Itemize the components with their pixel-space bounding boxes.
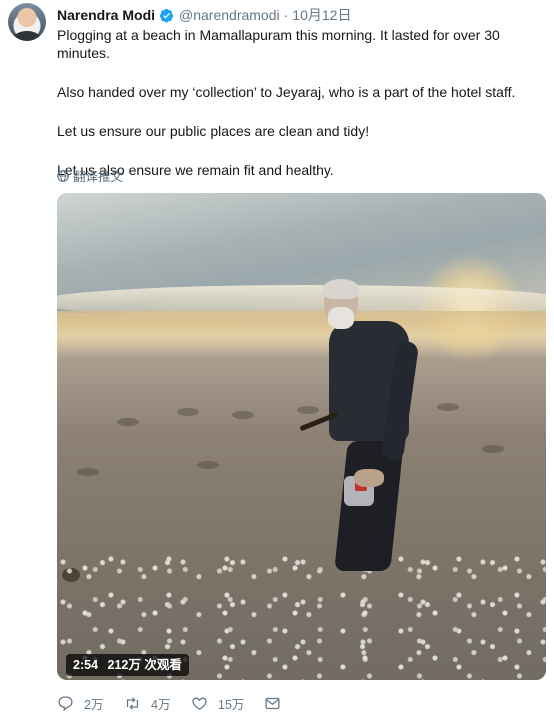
author-name[interactable]: Narendra Modi [57,7,155,23]
retweet-icon [126,696,139,710]
avatar[interactable] [8,3,46,41]
person-hair [323,279,359,299]
video-frame-footprint [437,403,459,411]
like-count: 15万 [218,697,245,712]
person-beard [328,307,354,329]
video-frame-person [299,279,429,581]
tweet-header: Narendra Modi @narendramodi · 10月12日 [57,5,351,25]
video-duration: 2:54 [73,658,99,672]
video-player[interactable] [57,193,546,680]
video-view-count: 212万 次观看 [107,658,182,672]
tweet-paragraph: Also handed over my ‘collection’ to Jeya… [57,84,516,100]
globe-icon [57,169,69,182]
reply-icon [58,695,73,711]
video-frame-footprint [117,418,139,426]
video-frame-wet-sand [57,311,546,351]
avatar-shoulders [13,31,41,41]
tweet-text: Plogging at a beach in Mamallapuram this… [57,26,537,179]
separator-dot: · [283,7,289,23]
video-frame-footprint [482,445,504,453]
translate-label: 翻译推文 [73,170,124,184]
heart-icon [192,697,207,710]
tweet-paragraph: Let us also ensure we remain fit and hea… [57,162,334,178]
verified-badge-icon [159,8,174,23]
tweet-date[interactable]: 10月12日 [292,5,351,25]
video-duration-badge: 2:54 212万 次观看 [66,654,189,676]
tweet-actions: 2万 4万 15万 [57,693,537,713]
video-frame-footprint [77,468,99,476]
reply-button[interactable]: 2万 [57,694,104,713]
person-hand [354,469,384,487]
retweet-count: 4万 [151,697,171,712]
translate-tweet-link[interactable]: 翻译推文 [57,166,123,185]
video-frame-footprint [232,411,254,419]
direct-message-button[interactable] [264,695,291,712]
tweet-paragraph: Plogging at a beach in Mamallapuram this… [57,27,500,61]
reply-count: 2万 [84,697,104,712]
video-frame-footprint [177,408,199,416]
video-frame-footprint [297,406,319,414]
like-button[interactable]: 15万 [191,694,244,713]
envelope-icon [265,697,280,709]
video-frame-footprint [197,461,219,469]
tweet-paragraph: Let us ensure our public places are clea… [57,123,370,139]
author-handle[interactable]: @narendramodi [179,7,280,23]
retweet-button[interactable]: 4万 [124,694,171,713]
